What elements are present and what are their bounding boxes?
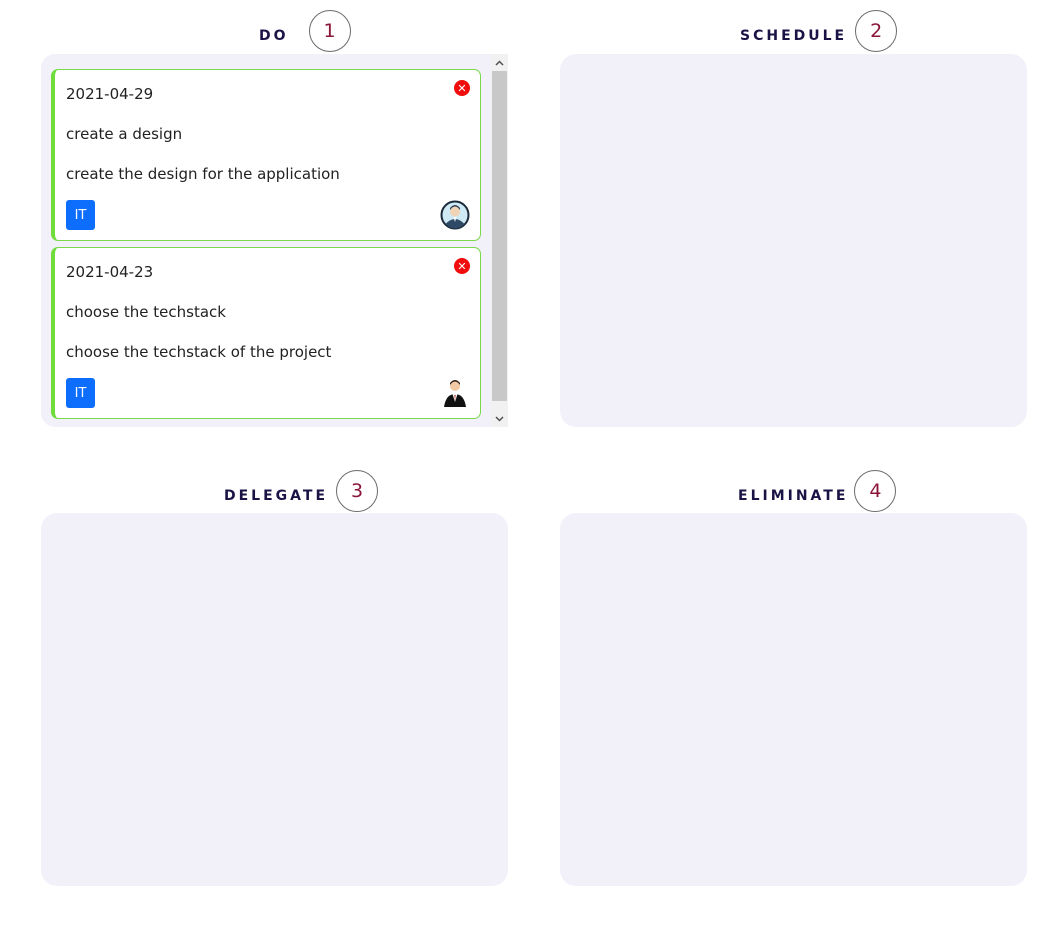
scroll-thumb[interactable]: [492, 71, 507, 401]
avatar-icon: [444, 380, 466, 407]
chevron-down-icon[interactable]: [491, 410, 508, 427]
quadrant-number-eliminate: 4: [854, 470, 897, 512]
task-tag[interactable]: IT: [66, 200, 95, 230]
task-card[interactable]: 2021-04-23 ✕ choose the techstack choose…: [51, 247, 481, 419]
quadrant-number-schedule: 2: [855, 10, 898, 52]
task-tag[interactable]: IT: [66, 378, 95, 408]
close-icon[interactable]: ✕: [454, 80, 470, 96]
delegate-header: DELEGATE 3: [224, 466, 379, 516]
quadrant-title-do: DO: [259, 28, 289, 44]
schedule-quadrant[interactable]: [560, 54, 1027, 427]
eliminate-quadrant[interactable]: [560, 513, 1027, 886]
task-date: 2021-04-29: [66, 85, 154, 103]
close-icon[interactable]: ✕: [454, 258, 470, 274]
task-description: choose the techstack of the project: [66, 343, 332, 361]
quadrant-title-schedule: SCHEDULE: [740, 28, 848, 44]
delegate-quadrant[interactable]: [41, 513, 508, 886]
quadrant-number-delegate: 3: [336, 470, 379, 512]
quadrant-title-eliminate: ELIMINATE: [738, 488, 849, 504]
do-header: DO 1: [259, 6, 351, 56]
task-title: create a design: [66, 125, 183, 143]
quadrant-number-do: 1: [308, 10, 351, 52]
chevron-up-icon[interactable]: [491, 54, 508, 71]
schedule-header: SCHEDULE 2: [740, 6, 898, 56]
task-date: 2021-04-23: [66, 263, 154, 281]
eliminate-header: ELIMINATE 4: [738, 466, 897, 516]
task-card[interactable]: 2021-04-29 ✕ create a design create the …: [51, 69, 481, 241]
scrollbar[interactable]: [491, 54, 508, 427]
task-title: choose the techstack: [66, 303, 226, 321]
task-description: create the design for the application: [66, 165, 340, 183]
avatar-icon: [440, 200, 470, 230]
quadrant-title-delegate: DELEGATE: [224, 488, 329, 504]
